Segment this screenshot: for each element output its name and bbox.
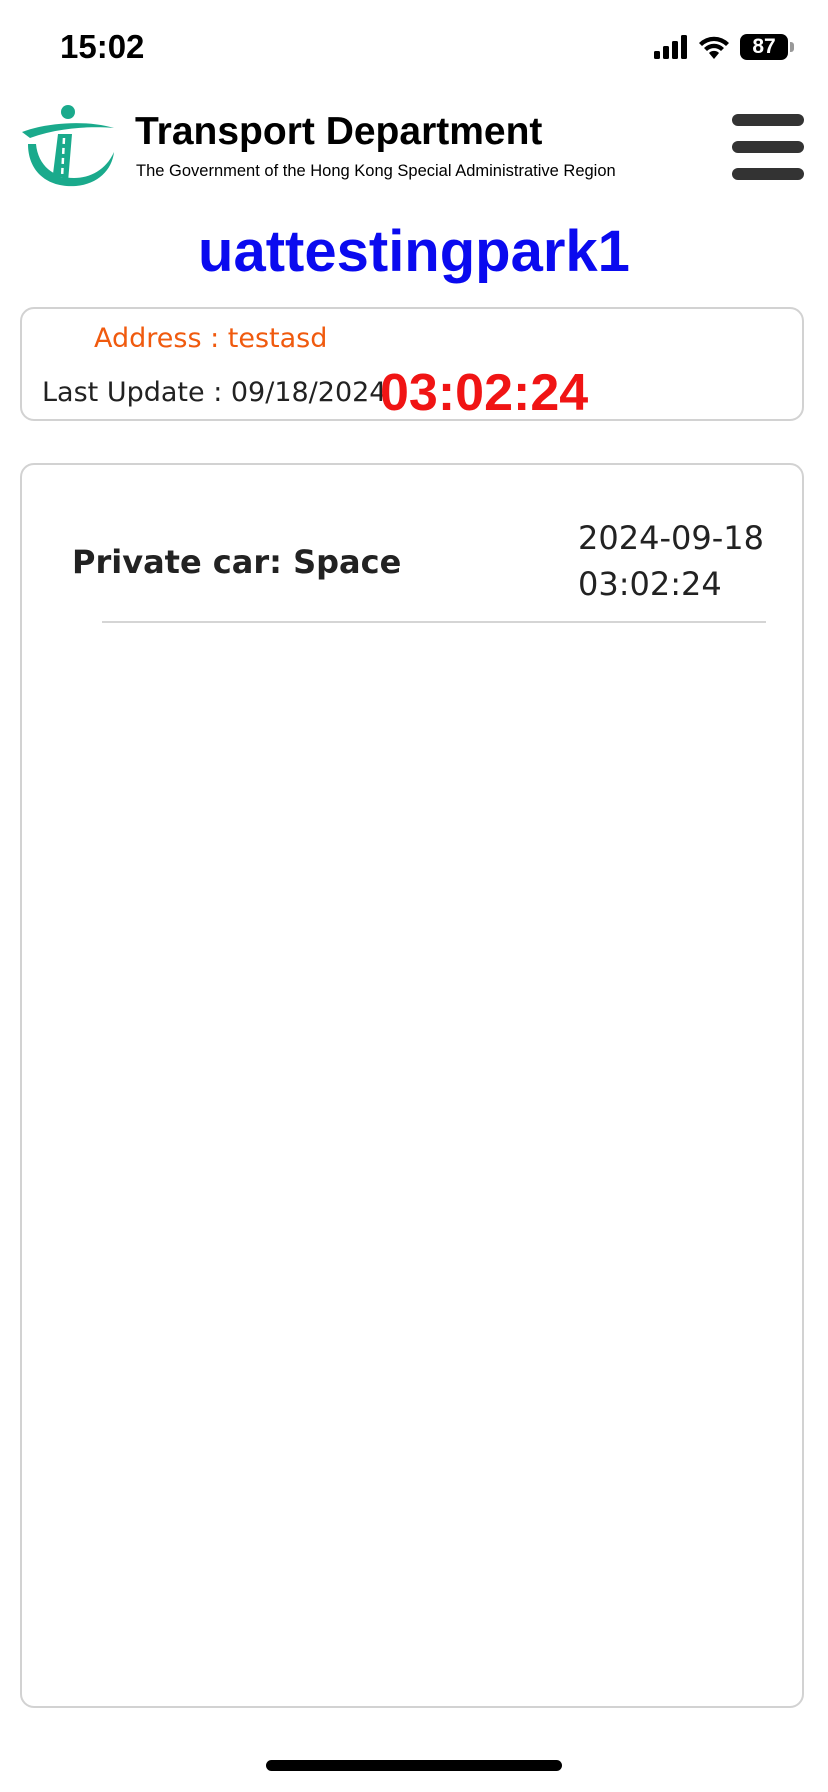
last-update-label: Last Update : 09/18/2024 <box>42 377 387 408</box>
park-address: Address : testasd <box>94 323 328 354</box>
hamburger-menu-icon[interactable] <box>732 114 804 180</box>
vacancy-time: 03:02:24 <box>578 565 722 603</box>
park-title: uattestingpark1 <box>198 219 630 284</box>
vacancy-date: 2024-09-18 <box>578 519 764 557</box>
header: Transport Department The Government of t… <box>0 96 828 196</box>
menu-bar <box>732 114 804 126</box>
org-subtitle: The Government of the Hong Kong Special … <box>136 162 616 180</box>
home-indicator[interactable] <box>266 1760 562 1771</box>
row-divider <box>102 621 766 623</box>
vacancy-row: Private car: Space 2024-09-18 03:02:24 <box>22 465 802 625</box>
cellular-signal-icon <box>654 35 687 59</box>
wifi-icon <box>699 36 729 59</box>
status-icons: 87 <box>654 34 794 60</box>
vacancy-list-card: Private car: Space 2024-09-18 03:02:24 <box>20 463 804 1708</box>
park-info-card: Address : testasd Last Update : 09/18/20… <box>20 307 804 422</box>
menu-bar <box>732 141 804 153</box>
status-time: 15:02 <box>60 28 145 65</box>
battery-cap <box>790 42 794 52</box>
battery-icon: 87 <box>740 34 788 60</box>
transport-department-logo-icon <box>22 105 114 187</box>
org-name: Transport Department <box>135 110 543 153</box>
status-bar: 15:02 87 <box>0 0 828 100</box>
vacancy-label: Private car: Space <box>72 543 402 581</box>
menu-bar <box>732 168 804 180</box>
last-update-time: 03:02:24 <box>380 364 589 422</box>
